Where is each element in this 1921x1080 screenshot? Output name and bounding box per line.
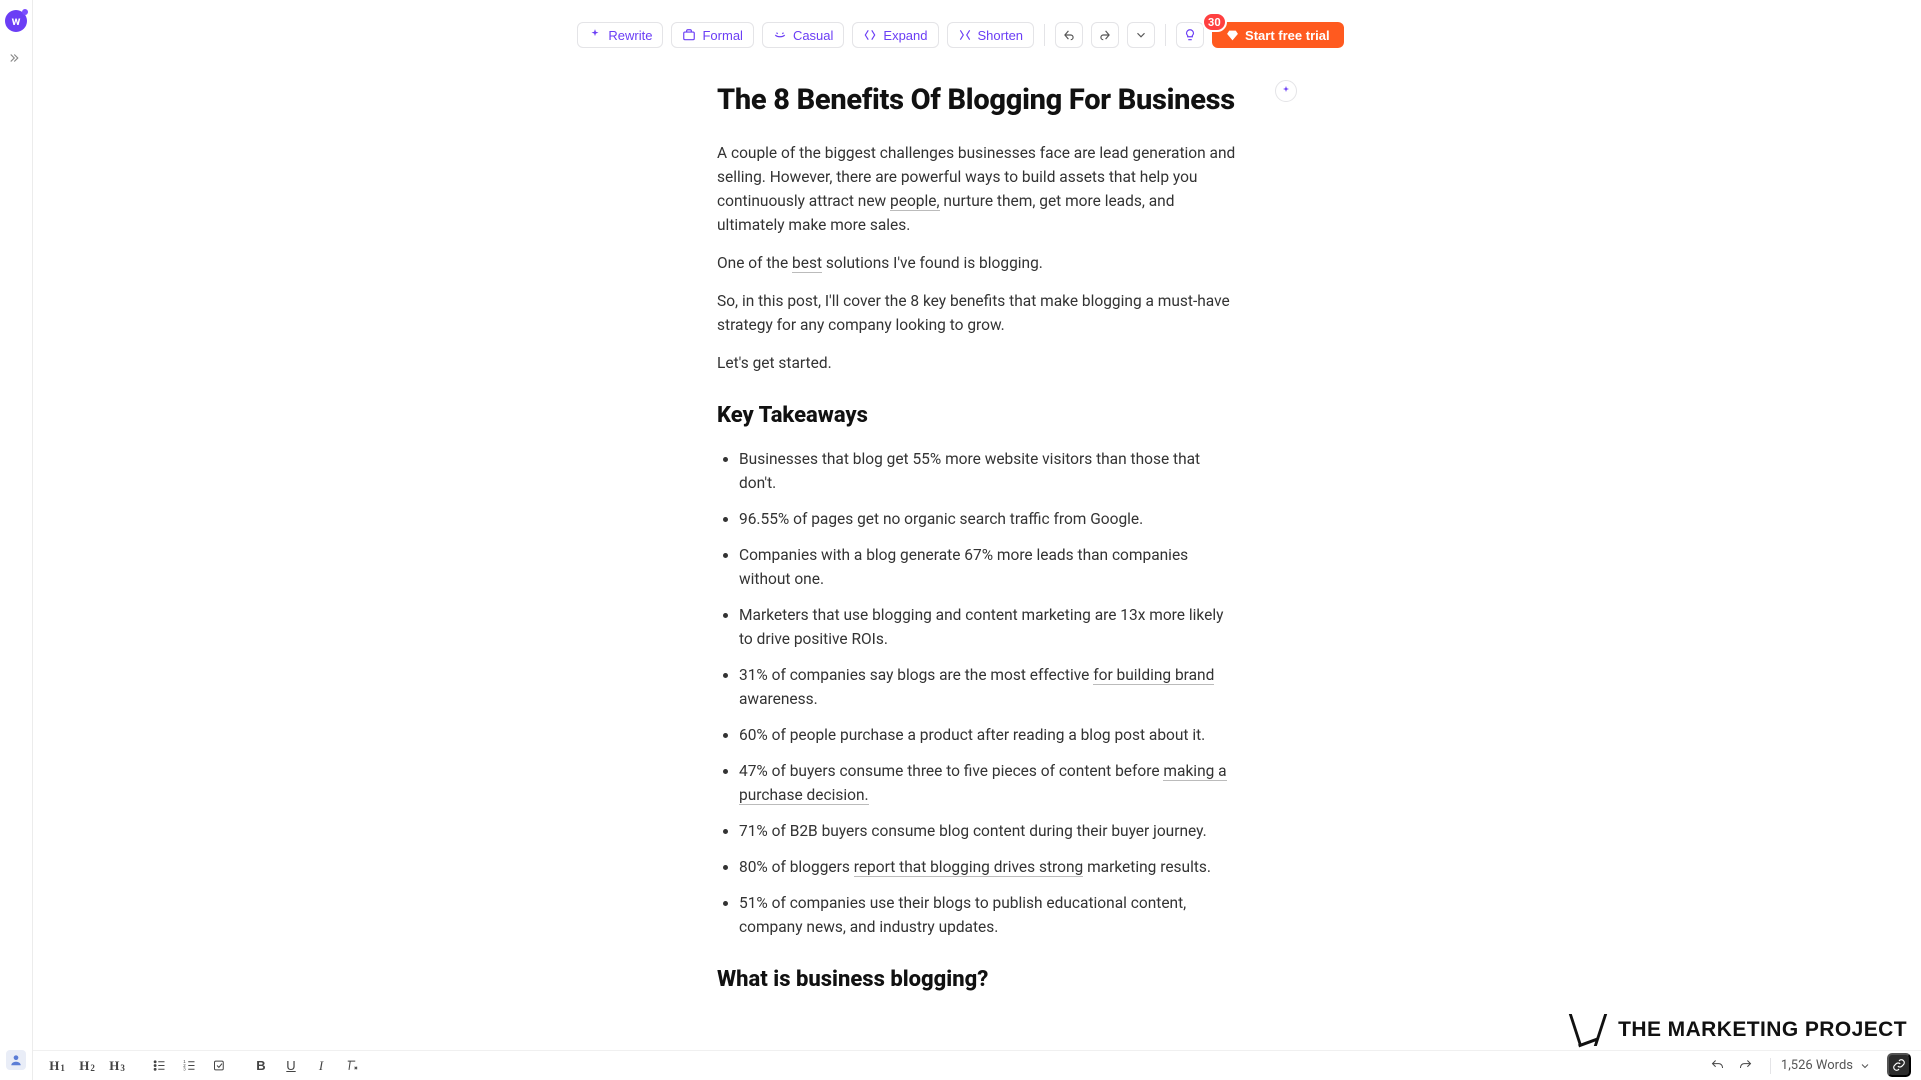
list-item[interactable]: Businesses that blog get 55% more websit… <box>739 447 1237 495</box>
word-count-label: 1,526 Words <box>1781 1058 1853 1073</box>
list-item[interactable]: 71% of B2B buyers consume blog content d… <box>739 819 1237 843</box>
brand-watermark: THE MARKETING PROJECT <box>1568 1012 1907 1048</box>
inline-link[interactable]: report that blogging drives strong <box>854 858 1083 877</box>
format-toolbar: H1 H2 H3 123 B U I 1,526 Words <box>33 1050 1921 1080</box>
expand-sidebar-button[interactable] <box>9 50 23 69</box>
paragraph[interactable]: So, in this post, I'll cover the 8 key b… <box>717 289 1237 337</box>
formal-button[interactable]: Formal <box>671 22 753 48</box>
toolbar-divider <box>1044 24 1045 46</box>
chevron-down-icon <box>1859 1060 1871 1072</box>
casual-label: Casual <box>793 28 833 43</box>
start-trial-label: Start free trial <box>1245 28 1330 43</box>
redo-button[interactable] <box>1732 1054 1760 1078</box>
document-title[interactable]: The 8 Benefits Of Blogging For Business <box>717 78 1237 123</box>
bullet-list[interactable]: Businesses that blog get 55% more websit… <box>717 447 1237 939</box>
paragraph[interactable]: Let's get started. <box>717 351 1237 375</box>
heading[interactable]: What is business blogging? <box>717 963 1237 997</box>
clear-format-button[interactable] <box>337 1054 365 1078</box>
checklist-button[interactable] <box>205 1054 233 1078</box>
inline-link[interactable]: people, <box>890 192 940 211</box>
cycle-forward-button[interactable] <box>1091 22 1119 48</box>
list-item[interactable]: 80% of bloggers report that blogging dri… <box>739 855 1237 879</box>
left-sidebar: w <box>0 0 33 1080</box>
casual-icon <box>773 28 787 42</box>
inline-link[interactable]: for building brand <box>1093 666 1214 685</box>
document-scroll-area[interactable]: The 8 Benefits Of Blogging For Business … <box>33 0 1921 1050</box>
link-tool-button[interactable] <box>1887 1053 1911 1077</box>
shorten-icon <box>958 28 972 42</box>
expand-label: Expand <box>883 28 927 43</box>
ai-suggestions-button[interactable] <box>1176 22 1204 48</box>
brand-watermark-text: THE MARKETING PROJECT <box>1618 1018 1907 1042</box>
diamond-icon <box>1226 29 1239 42</box>
divider <box>1770 1058 1771 1074</box>
briefcase-icon <box>682 28 696 42</box>
shorten-label: Shorten <box>978 28 1024 43</box>
list-item[interactable]: 31% of companies say blogs are the most … <box>739 663 1237 711</box>
numbered-list-button[interactable]: 123 <box>175 1054 203 1078</box>
casual-button[interactable]: Casual <box>762 22 844 48</box>
italic-button[interactable]: I <box>307 1054 335 1078</box>
list-item[interactable]: 47% of buyers consume three to five piec… <box>739 759 1237 807</box>
heading1-button[interactable]: H1 <box>43 1054 71 1078</box>
formal-label: Formal <box>702 28 742 43</box>
rewrite-label: Rewrite <box>608 28 652 43</box>
word-count-dropdown[interactable]: 1,526 Words <box>1781 1058 1871 1073</box>
list-item[interactable]: Companies with a blog generate 67% more … <box>739 543 1237 591</box>
list-item[interactable]: Marketers that use blogging and content … <box>739 603 1237 651</box>
underline-button[interactable]: U <box>277 1054 305 1078</box>
trial-days-badge: 30 <box>1202 12 1227 32</box>
app-logo-letter: w <box>12 14 21 28</box>
bold-button[interactable]: B <box>247 1054 275 1078</box>
sparkle-icon <box>588 28 602 42</box>
start-trial-button[interactable]: Start free trial <box>1212 22 1344 48</box>
rewrite-button[interactable]: Rewrite <box>577 22 663 48</box>
paragraph[interactable]: One of the best solutions I've found is … <box>717 251 1237 275</box>
undo-button[interactable] <box>1704 1054 1732 1078</box>
app-logo[interactable]: w <box>5 10 27 32</box>
cycle-back-button[interactable] <box>1055 22 1083 48</box>
more-options-button[interactable] <box>1127 22 1155 48</box>
paragraph[interactable]: A couple of the biggest challenges busin… <box>717 141 1237 237</box>
expand-icon <box>863 28 877 42</box>
expand-button[interactable]: Expand <box>852 22 938 48</box>
list-item[interactable]: 96.55% of pages get no organic search tr… <box>739 507 1237 531</box>
bullet-list-button[interactable] <box>145 1054 173 1078</box>
list-item[interactable]: 60% of people purchase a product after r… <box>739 723 1237 747</box>
heading2-button[interactable]: H2 <box>73 1054 101 1078</box>
shorten-button[interactable]: Shorten <box>947 22 1035 48</box>
list-item[interactable]: 51% of companies use their blogs to publ… <box>739 891 1237 939</box>
svg-text:3: 3 <box>183 1067 186 1072</box>
heading[interactable]: Key Takeaways <box>717 399 1237 433</box>
user-avatar[interactable] <box>6 1050 26 1070</box>
inline-link[interactable]: best <box>792 254 822 273</box>
add-block-button[interactable] <box>1275 80 1297 102</box>
heading3-button[interactable]: H3 <box>103 1054 131 1078</box>
toolbar-divider <box>1165 24 1166 46</box>
brand-mark-icon <box>1568 1012 1608 1048</box>
